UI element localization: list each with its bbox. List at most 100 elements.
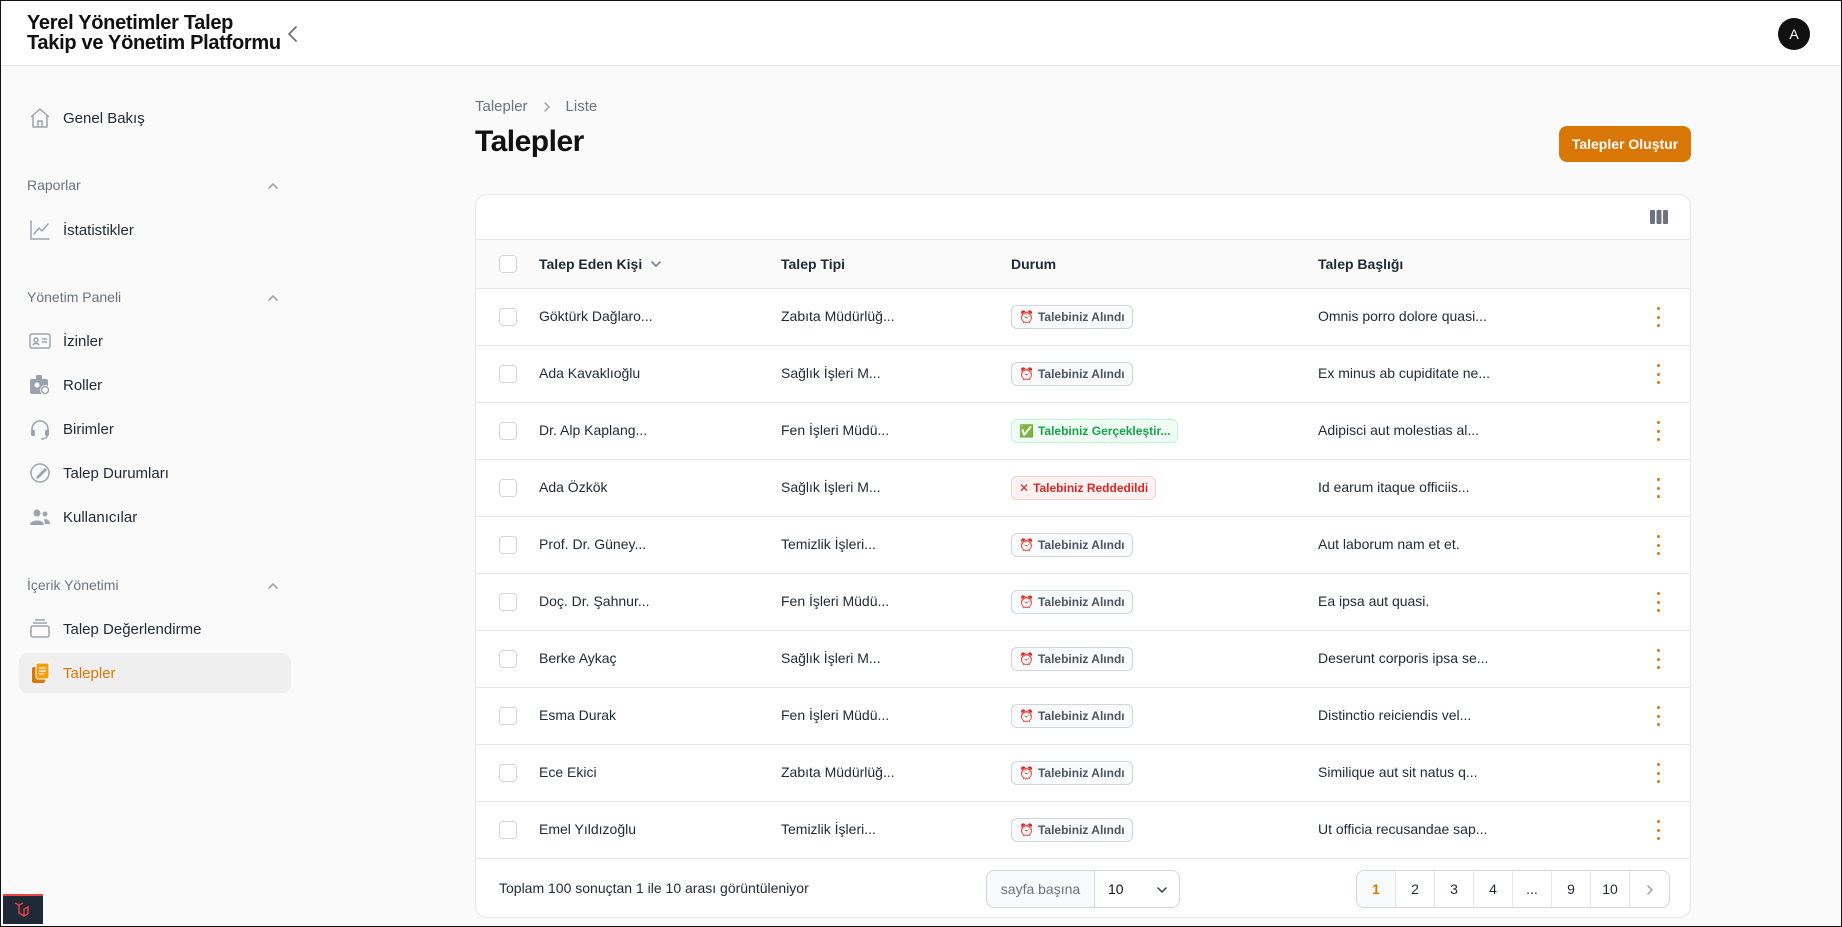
row-checkbox[interactable]	[499, 536, 517, 554]
sidebar-item-roles[interactable]: Roller	[19, 365, 291, 405]
table-footer: Toplam 100 sonuçtan 1 ile 10 arası görün…	[476, 859, 1690, 917]
page-button-1[interactable]: 1	[1357, 871, 1396, 907]
pagination-ellipsis: ...	[1513, 871, 1552, 907]
table-row[interactable]: Ece Ekici Zabıta Müdürlüğ... ⏰ Talebiniz Al…	[476, 745, 1690, 802]
chevron-up-icon[interactable]	[265, 178, 281, 194]
status-label: Talebiniz Alındı	[1037, 538, 1125, 552]
pen-circle-icon	[27, 460, 53, 486]
sidebar-item-units[interactable]: Birimler	[19, 409, 291, 449]
column-header-person[interactable]: Talep Eden Kişi	[539, 256, 662, 272]
row-actions-kebab-icon[interactable]	[1654, 706, 1662, 726]
row-actions-kebab-icon[interactable]	[1654, 478, 1662, 498]
sidebar-item-request-statuses[interactable]: Talep Durumları	[19, 453, 291, 493]
sidebar-item-label: Genel Bakış	[63, 109, 145, 127]
columns-toggle-icon[interactable]	[1650, 209, 1668, 225]
table-row[interactable]: Doç. Dr. Şahnur... Fen İşleri Müdü... ⏰ Tal…	[476, 574, 1690, 631]
page-button-9[interactable]: 9	[1552, 871, 1591, 907]
alarm-clock-icon: ⏰	[1019, 367, 1034, 381]
app-title[interactable]: Yerel Yönetimler Talep Takip ve Yönetim …	[27, 13, 281, 53]
sidebar-item-overview[interactable]: Genel Bakış	[19, 98, 291, 138]
sidebar-item-requests[interactable]: Talepler	[19, 653, 291, 693]
page-button-3[interactable]: 3	[1435, 871, 1474, 907]
row-actions-kebab-icon[interactable]	[1654, 592, 1662, 612]
sidebar-item-label: Kullanıcılar	[63, 508, 138, 526]
table-row[interactable]: Ada Kavaklıoğlu Sağlık İşleri M... ⏰ Talebi…	[476, 346, 1690, 403]
laravel-logo-icon[interactable]	[3, 894, 43, 924]
chevron-left-icon	[288, 26, 297, 42]
clipboard-documents-icon	[27, 660, 53, 686]
row-actions-kebab-icon[interactable]	[1654, 820, 1662, 840]
cell-type: Temizlik İşleri...	[781, 536, 876, 552]
row-actions-kebab-icon[interactable]	[1654, 364, 1662, 384]
select-all-checkbox[interactable]	[499, 255, 517, 273]
chevron-up-icon[interactable]	[265, 578, 281, 594]
breadcrumb-item-list[interactable]: Liste	[566, 98, 598, 115]
cell-title: Ex minus ab cupiditate ne...	[1318, 365, 1490, 381]
cell-person: Ada Özkök	[539, 479, 608, 495]
sidebar: Genel Bakış Raporlar İstatistikler Yönet…	[1, 67, 301, 926]
status-label: Talebiniz Alındı	[1037, 823, 1125, 837]
row-checkbox[interactable]	[499, 308, 517, 326]
table-row[interactable]: Esma Durak Fen İşleri Müdü... ⏰ Talebiniz A…	[476, 688, 1690, 745]
chevron-up-icon[interactable]	[265, 290, 281, 306]
sidebar-item-permissions[interactable]: İzinler	[19, 321, 291, 361]
table-row[interactable]: Dr. Alp Kaplang... Fen İşleri Müdü... ✅ Tal…	[476, 403, 1690, 460]
per-page-label: sayfa başına	[987, 871, 1095, 907]
row-checkbox[interactable]	[499, 593, 517, 611]
table-row[interactable]: Prof. Dr. Güney... Temizlik İşleri... ⏰ Tal…	[476, 517, 1690, 574]
pagination: 1 2 3 4... 9 10	[1356, 870, 1670, 908]
users-icon	[27, 504, 53, 530]
per-page-value: 10	[1108, 881, 1124, 897]
collapse-sidebar-button[interactable]	[283, 23, 303, 45]
next-page-button[interactable]	[1630, 871, 1669, 907]
results-summary: Toplam 100 sonuçtan 1 ile 10 arası görün…	[499, 880, 809, 896]
table-row[interactable]: Berke Aykaç Sağlık İşleri M... ⏰ Talebiniz …	[476, 631, 1690, 688]
table-row[interactable]: Göktürk Dağlaro... Zabıta Müdürlüğ... ⏰ Tal…	[476, 289, 1690, 346]
row-actions-kebab-icon[interactable]	[1654, 307, 1662, 327]
breadcrumb-item-requests[interactable]: Talepler	[475, 98, 528, 115]
row-checkbox[interactable]	[499, 764, 517, 782]
row-checkbox[interactable]	[499, 707, 517, 725]
sidebar-item-statistics[interactable]: İstatistikler	[19, 210, 291, 250]
create-request-button[interactable]: Talepler Oluştur	[1559, 126, 1691, 162]
status-badge: ⏰ Talebiniz Alındı	[1011, 362, 1133, 386]
page-button-4[interactable]: 4	[1474, 871, 1513, 907]
page-button-10[interactable]: 10	[1591, 871, 1630, 907]
row-checkbox[interactable]	[499, 821, 517, 839]
row-checkbox[interactable]	[499, 650, 517, 668]
sort-chevron-down-icon[interactable]	[650, 258, 662, 270]
status-label: Talebiniz Alındı	[1037, 367, 1125, 381]
chevron-right-icon	[1646, 885, 1653, 896]
sidebar-item-request-evaluation[interactable]: Talep Değerlendirme	[19, 609, 291, 649]
row-actions-kebab-icon[interactable]	[1654, 763, 1662, 783]
row-actions-kebab-icon[interactable]	[1654, 535, 1662, 555]
breadcrumb: Talepler Liste	[475, 98, 597, 115]
sidebar-item-label: Talep Değerlendirme	[63, 620, 202, 638]
sidebar-item-users[interactable]: Kullanıcılar	[19, 497, 291, 537]
sidebar-item-label: Talep Durumları	[63, 464, 169, 482]
row-checkbox[interactable]	[499, 422, 517, 440]
app-title-line1: Yerel Yönetimler Talep	[27, 12, 234, 34]
cell-person: Ece Ekici	[539, 764, 597, 780]
chevron-right-icon	[543, 101, 550, 112]
cell-title: Ut officia recusandae sap...	[1318, 821, 1488, 837]
row-checkbox[interactable]	[499, 365, 517, 383]
chevron-down-icon	[1157, 887, 1167, 894]
column-header-label: Talep Eden Kişi	[539, 256, 643, 272]
cell-person: Emel Yıldızoğlu	[539, 821, 637, 837]
row-actions-kebab-icon[interactable]	[1654, 421, 1662, 441]
status-badge: ⏰ Talebiniz Alındı	[1011, 704, 1133, 728]
per-page-select[interactable]: 10	[1095, 871, 1179, 907]
page-button-2[interactable]: 2	[1396, 871, 1435, 907]
sidebar-item-label: İzinler	[63, 332, 104, 350]
cell-title: Distinctio reiciendis vel...	[1318, 707, 1472, 723]
user-avatar[interactable]: A	[1778, 18, 1810, 50]
table-row[interactable]: Emel Yıldızoğlu Temizlik İşleri... ⏰ Talebi…	[476, 802, 1690, 859]
cell-type: Sağlık İşleri M...	[781, 650, 881, 666]
table-row[interactable]: Ada Özkök Sağlık İşleri M... ✕ Talebiniz Re…	[476, 460, 1690, 517]
cell-title: Similique aut sit natus q...	[1318, 764, 1478, 780]
row-checkbox[interactable]	[499, 479, 517, 497]
sidebar-item-label: Talepler	[63, 664, 116, 682]
group-label-content: İçerik Yönetimi	[27, 577, 119, 593]
row-actions-kebab-icon[interactable]	[1654, 649, 1662, 669]
